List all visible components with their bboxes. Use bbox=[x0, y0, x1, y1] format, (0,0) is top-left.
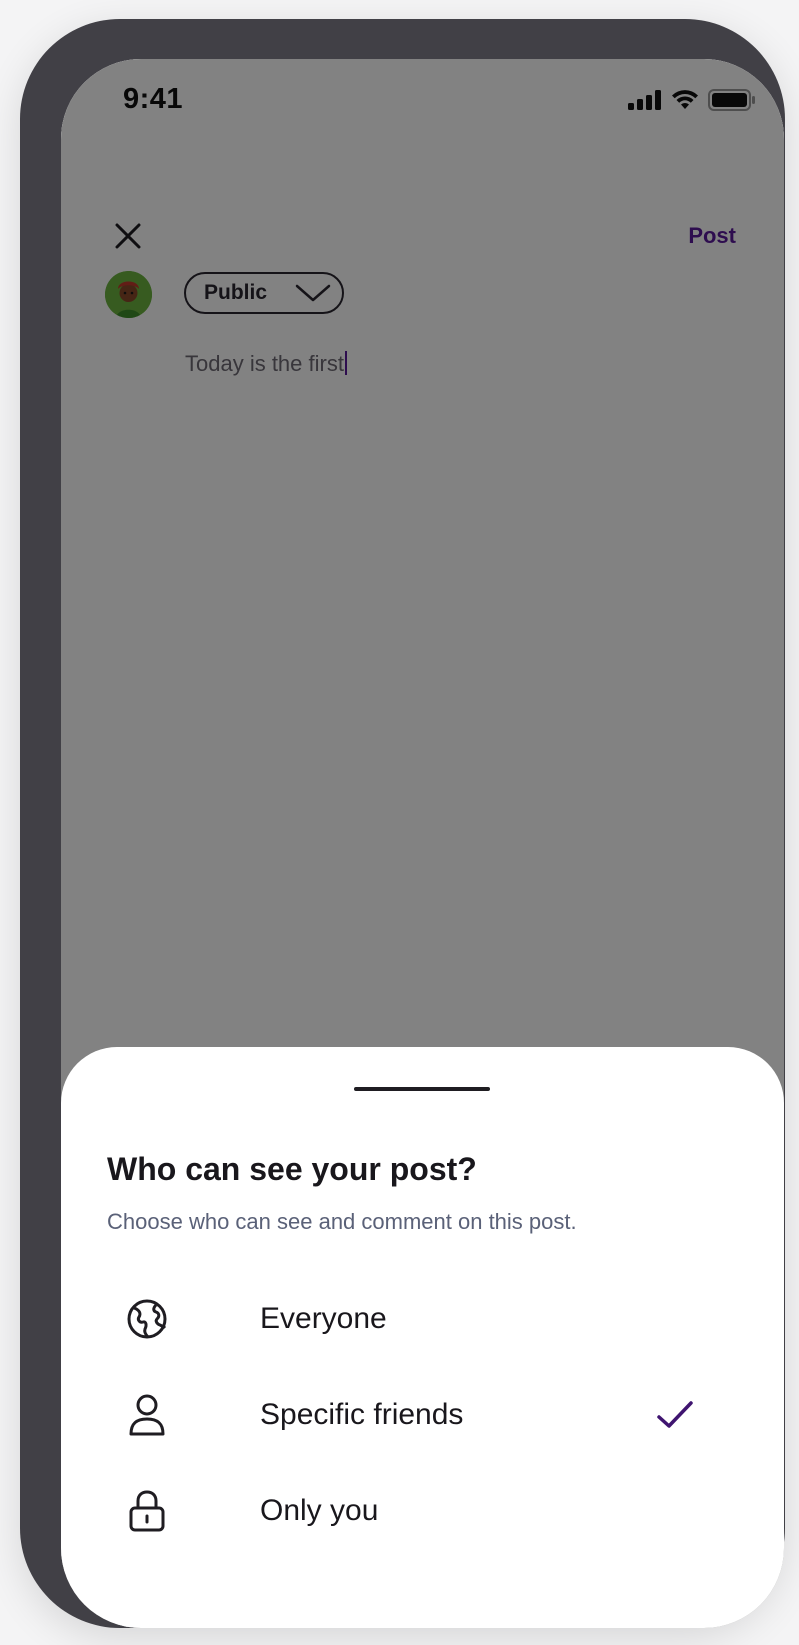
option-everyone[interactable]: Everyone bbox=[107, 1279, 737, 1359]
option-label-specific-friends: Specific friends bbox=[260, 1398, 464, 1431]
phone-screen: 9:41 Post Public Today is the first Who … bbox=[61, 59, 784, 1628]
sheet-title: Who can see your post? bbox=[107, 1151, 477, 1187]
sheet-drag-handle[interactable] bbox=[354, 1087, 490, 1091]
person-icon bbox=[123, 1391, 171, 1439]
phone-frame: 9:41 Post Public Today is the first Who … bbox=[20, 19, 785, 1628]
audience-bottom-sheet: Who can see your post? Choose who can se… bbox=[61, 1047, 784, 1628]
option-specific-friends[interactable]: Specific friends bbox=[107, 1375, 737, 1455]
sheet-subtitle: Choose who can see and comment on this p… bbox=[107, 1209, 577, 1234]
globe-icon bbox=[123, 1295, 171, 1343]
option-label-everyone: Everyone bbox=[260, 1302, 387, 1335]
checkmark-icon bbox=[657, 1401, 693, 1428]
lock-icon bbox=[123, 1487, 171, 1535]
option-only-you[interactable]: Only you bbox=[107, 1471, 737, 1551]
option-label-only-you: Only you bbox=[260, 1494, 379, 1527]
